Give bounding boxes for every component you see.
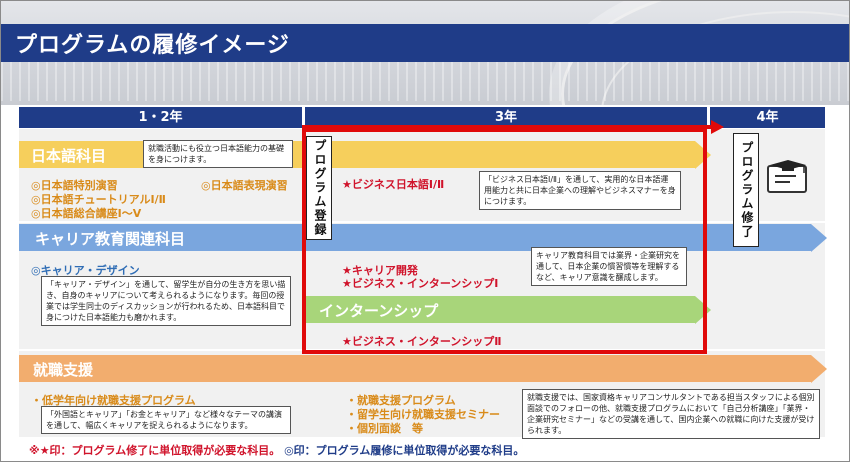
footer-circle-note: ◎印：プログラム履修に単位取得が必要な科目。 xyxy=(284,444,525,457)
highlight-arrow-head xyxy=(711,120,724,134)
program-registration-label: プログラム登録 xyxy=(306,136,332,240)
job-note: 「外国語とキャリア」「お金とキャリア」など様々なテーマの講演を通して、幅広くキャ… xyxy=(41,406,291,434)
program-slide: プログラムの履修イメージ 1・2年 3年 4年 日本語科目 就職活動にも役立つ日… xyxy=(0,0,850,462)
career-band-arrow xyxy=(811,224,827,252)
certificate-icon xyxy=(766,156,812,196)
page-title: プログラムの履修イメージ xyxy=(15,33,290,58)
japanese-note: 就職活動にも役立つ日本語能力の基礎を身につけます。 xyxy=(143,140,293,168)
career-label: キャリア教育関連科目 xyxy=(35,230,186,248)
job-y3-item-3: ・個別面談 等 xyxy=(346,422,423,435)
program-completion-label: プログラム修了 xyxy=(733,133,759,247)
japanese-label: 日本語科目 xyxy=(31,147,107,165)
japanese-item-3: ◎日本語総合講座Ⅰ～Ⅴ xyxy=(31,207,142,220)
footer-note: ※★印：プログラム修了に単位取得が必要な科目。 ◎印：プログラム履修に単位取得が… xyxy=(29,442,524,458)
header-stripes xyxy=(1,61,849,101)
job-label: 就職支援 xyxy=(33,361,94,379)
footer-star-note: ※★印：プログラム修了に単位取得が必要な科目。 xyxy=(29,444,281,457)
highlight-arrow-shaft xyxy=(302,125,714,129)
career-note: 「キャリア・デザイン」を通して、留学生が自分の生き方を思い描き、自身のキャリアに… xyxy=(41,276,291,326)
year3-highlight-box xyxy=(302,128,707,354)
year-header-4: 4年 xyxy=(710,107,825,128)
job-band-arrow xyxy=(811,355,827,383)
japanese-item-extra: ◎日本語表現演習 xyxy=(201,179,288,192)
job-band xyxy=(19,355,811,382)
job-y3-note: 就職支援では、国家資格キャリアコンサルタントである担当スタッフによる個別面談での… xyxy=(522,389,820,439)
year-header-1-2: 1・2年 xyxy=(19,107,302,128)
